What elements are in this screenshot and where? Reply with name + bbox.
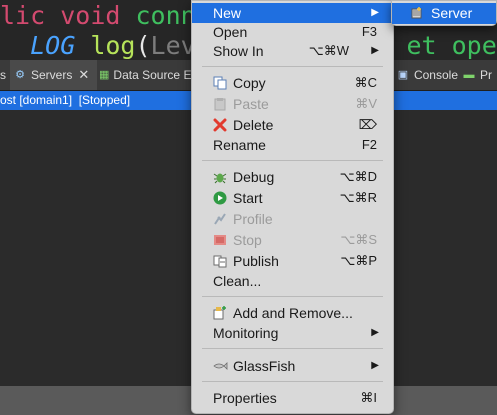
menu-item-glassfish[interactable]: GlassFish ▶ [192, 356, 393, 376]
shortcut-rename: F2 [361, 137, 377, 152]
menu-item-publish[interactable]: Publish ⌥⌘P [192, 251, 393, 271]
menu-item-stop[interactable]: Stop ⌥⌘S [192, 230, 393, 250]
menu-item-rename-label: Rename [213, 137, 266, 153]
delete-icon [213, 118, 227, 132]
menu-item-delete-label: Delete [233, 117, 274, 133]
debug-icon [213, 173, 227, 184]
menu-item-start[interactable]: Start ⌥⌘R [192, 188, 393, 208]
menu-item-monitoring-label: Monitoring [213, 325, 279, 341]
tab-progress[interactable]: ▬ Pr [462, 60, 497, 90]
menu-item-profile-label: Profile [233, 211, 273, 227]
menu-item-delete[interactable]: Delete ⌦ [192, 115, 393, 135]
context-menu: New ▶ Open F3 Show In ⌥⌘W ▶ Copy ⌘C Past… [191, 0, 394, 414]
shortcut-debug: ⌥⌘D [339, 169, 377, 184]
servers-icon: ⚙ [15, 69, 25, 81]
menu-item-publish-label: Publish [233, 253, 279, 269]
chevron-right-icon: ▶ [371, 45, 379, 56]
tab-partial[interactable]: s [0, 60, 8, 90]
shortcut-stop: ⌥⌘S [340, 232, 377, 247]
shortcut-delete: ⌦ [358, 117, 377, 132]
profile-icon [214, 213, 226, 225]
menu-item-paste-label: Paste [233, 96, 269, 112]
server-icon [411, 7, 422, 19]
menu-item-new-label: New [213, 5, 242, 21]
menu-item-add-remove-label: Add and Remove... [233, 305, 353, 321]
menu-separator [202, 381, 383, 382]
data-source-icon: ▦ [99, 69, 110, 81]
keyword-void: void [60, 1, 121, 30]
shortcut-properties: ⌘I [360, 390, 377, 405]
tab-data-source-label: Data Source E [113, 68, 192, 82]
menu-item-show-in[interactable]: Show In ⌥⌘W ▶ [192, 41, 393, 61]
shortcut-show-in: ⌥⌘W [308, 43, 349, 58]
menu-item-open-label: Open [213, 24, 248, 40]
chevron-right-icon: ▶ [371, 360, 379, 371]
submenu-item-server-label: Server [431, 5, 473, 21]
menu-item-add-remove[interactable]: Add and Remove... [192, 303, 393, 323]
shortcut-open: F3 [361, 24, 377, 39]
tab-console[interactable]: ▣ Console [396, 60, 458, 90]
menu-item-clean-label: Clean... [213, 273, 262, 289]
menu-item-stop-label: Stop [233, 232, 262, 248]
menu-item-copy-label: Copy [233, 75, 266, 91]
stop-icon [214, 235, 226, 245]
shortcut-publish: ⌥⌘P [340, 253, 377, 268]
menu-item-start-label: Start [233, 190, 263, 206]
tab-servers[interactable]: ⚙ Servers ✕ [10, 60, 97, 90]
menu-item-rename[interactable]: Rename F2 [192, 135, 393, 155]
new-submenu: Server [391, 0, 497, 26]
server-row-label: ost [domain1] [Stopped] [0, 93, 131, 107]
menu-item-profile[interactable]: Profile [192, 209, 393, 229]
menu-item-debug[interactable]: Debug ⌥⌘D [192, 167, 393, 187]
menu-item-debug-label: Debug [233, 169, 275, 185]
glassfish-icon [213, 362, 228, 370]
keyword-public: lic [0, 1, 46, 30]
menu-separator [202, 160, 383, 161]
add-remove-icon [213, 306, 226, 320]
menu-item-monitoring[interactable]: Monitoring ▶ [192, 323, 393, 343]
menu-separator [202, 66, 383, 67]
log-field: LOG [30, 31, 76, 60]
tab-progress-label: Pr [480, 68, 492, 82]
paren: ( [135, 31, 151, 60]
menu-item-copy[interactable]: Copy ⌘C [192, 73, 393, 93]
menu-separator [202, 348, 383, 349]
shortcut-copy: ⌘C [354, 75, 377, 90]
publish-icon [213, 255, 227, 268]
menu-item-paste[interactable]: Paste ⌘V [192, 94, 393, 114]
code-fragment-et: et [406, 31, 437, 60]
menu-item-glassfish-label: GlassFish [233, 358, 296, 374]
shortcut-start: ⌥⌘R [339, 190, 377, 205]
menu-separator [202, 296, 383, 297]
menu-item-show-in-label: Show In [213, 43, 264, 59]
close-icon[interactable]: ✕ [78, 67, 89, 83]
menu-item-clean[interactable]: Clean... [192, 271, 393, 291]
tab-data-source[interactable]: ▦ Data Source E [99, 60, 191, 90]
start-icon [213, 191, 227, 205]
code-fragment-opened: opened [451, 31, 497, 60]
menu-item-new[interactable]: New ▶ [192, 3, 393, 23]
menu-item-open[interactable]: Open F3 [192, 22, 393, 42]
log-method: log [90, 31, 136, 60]
tab-partial-label: s [0, 68, 6, 82]
menu-item-properties[interactable]: Properties ⌘I [192, 388, 393, 408]
progress-icon: ▬ [463, 69, 475, 81]
copy-icon [213, 76, 227, 90]
paste-icon [214, 98, 226, 111]
submenu-item-server[interactable]: Server [392, 3, 496, 24]
console-icon: ▣ [397, 69, 409, 81]
menu-item-properties-label: Properties [213, 390, 277, 406]
shortcut-paste: ⌘V [355, 96, 377, 111]
tab-servers-label: Servers [31, 68, 73, 82]
chevron-right-icon: ▶ [371, 7, 379, 18]
tab-console-label: Console [413, 68, 458, 82]
chevron-right-icon: ▶ [371, 327, 379, 338]
